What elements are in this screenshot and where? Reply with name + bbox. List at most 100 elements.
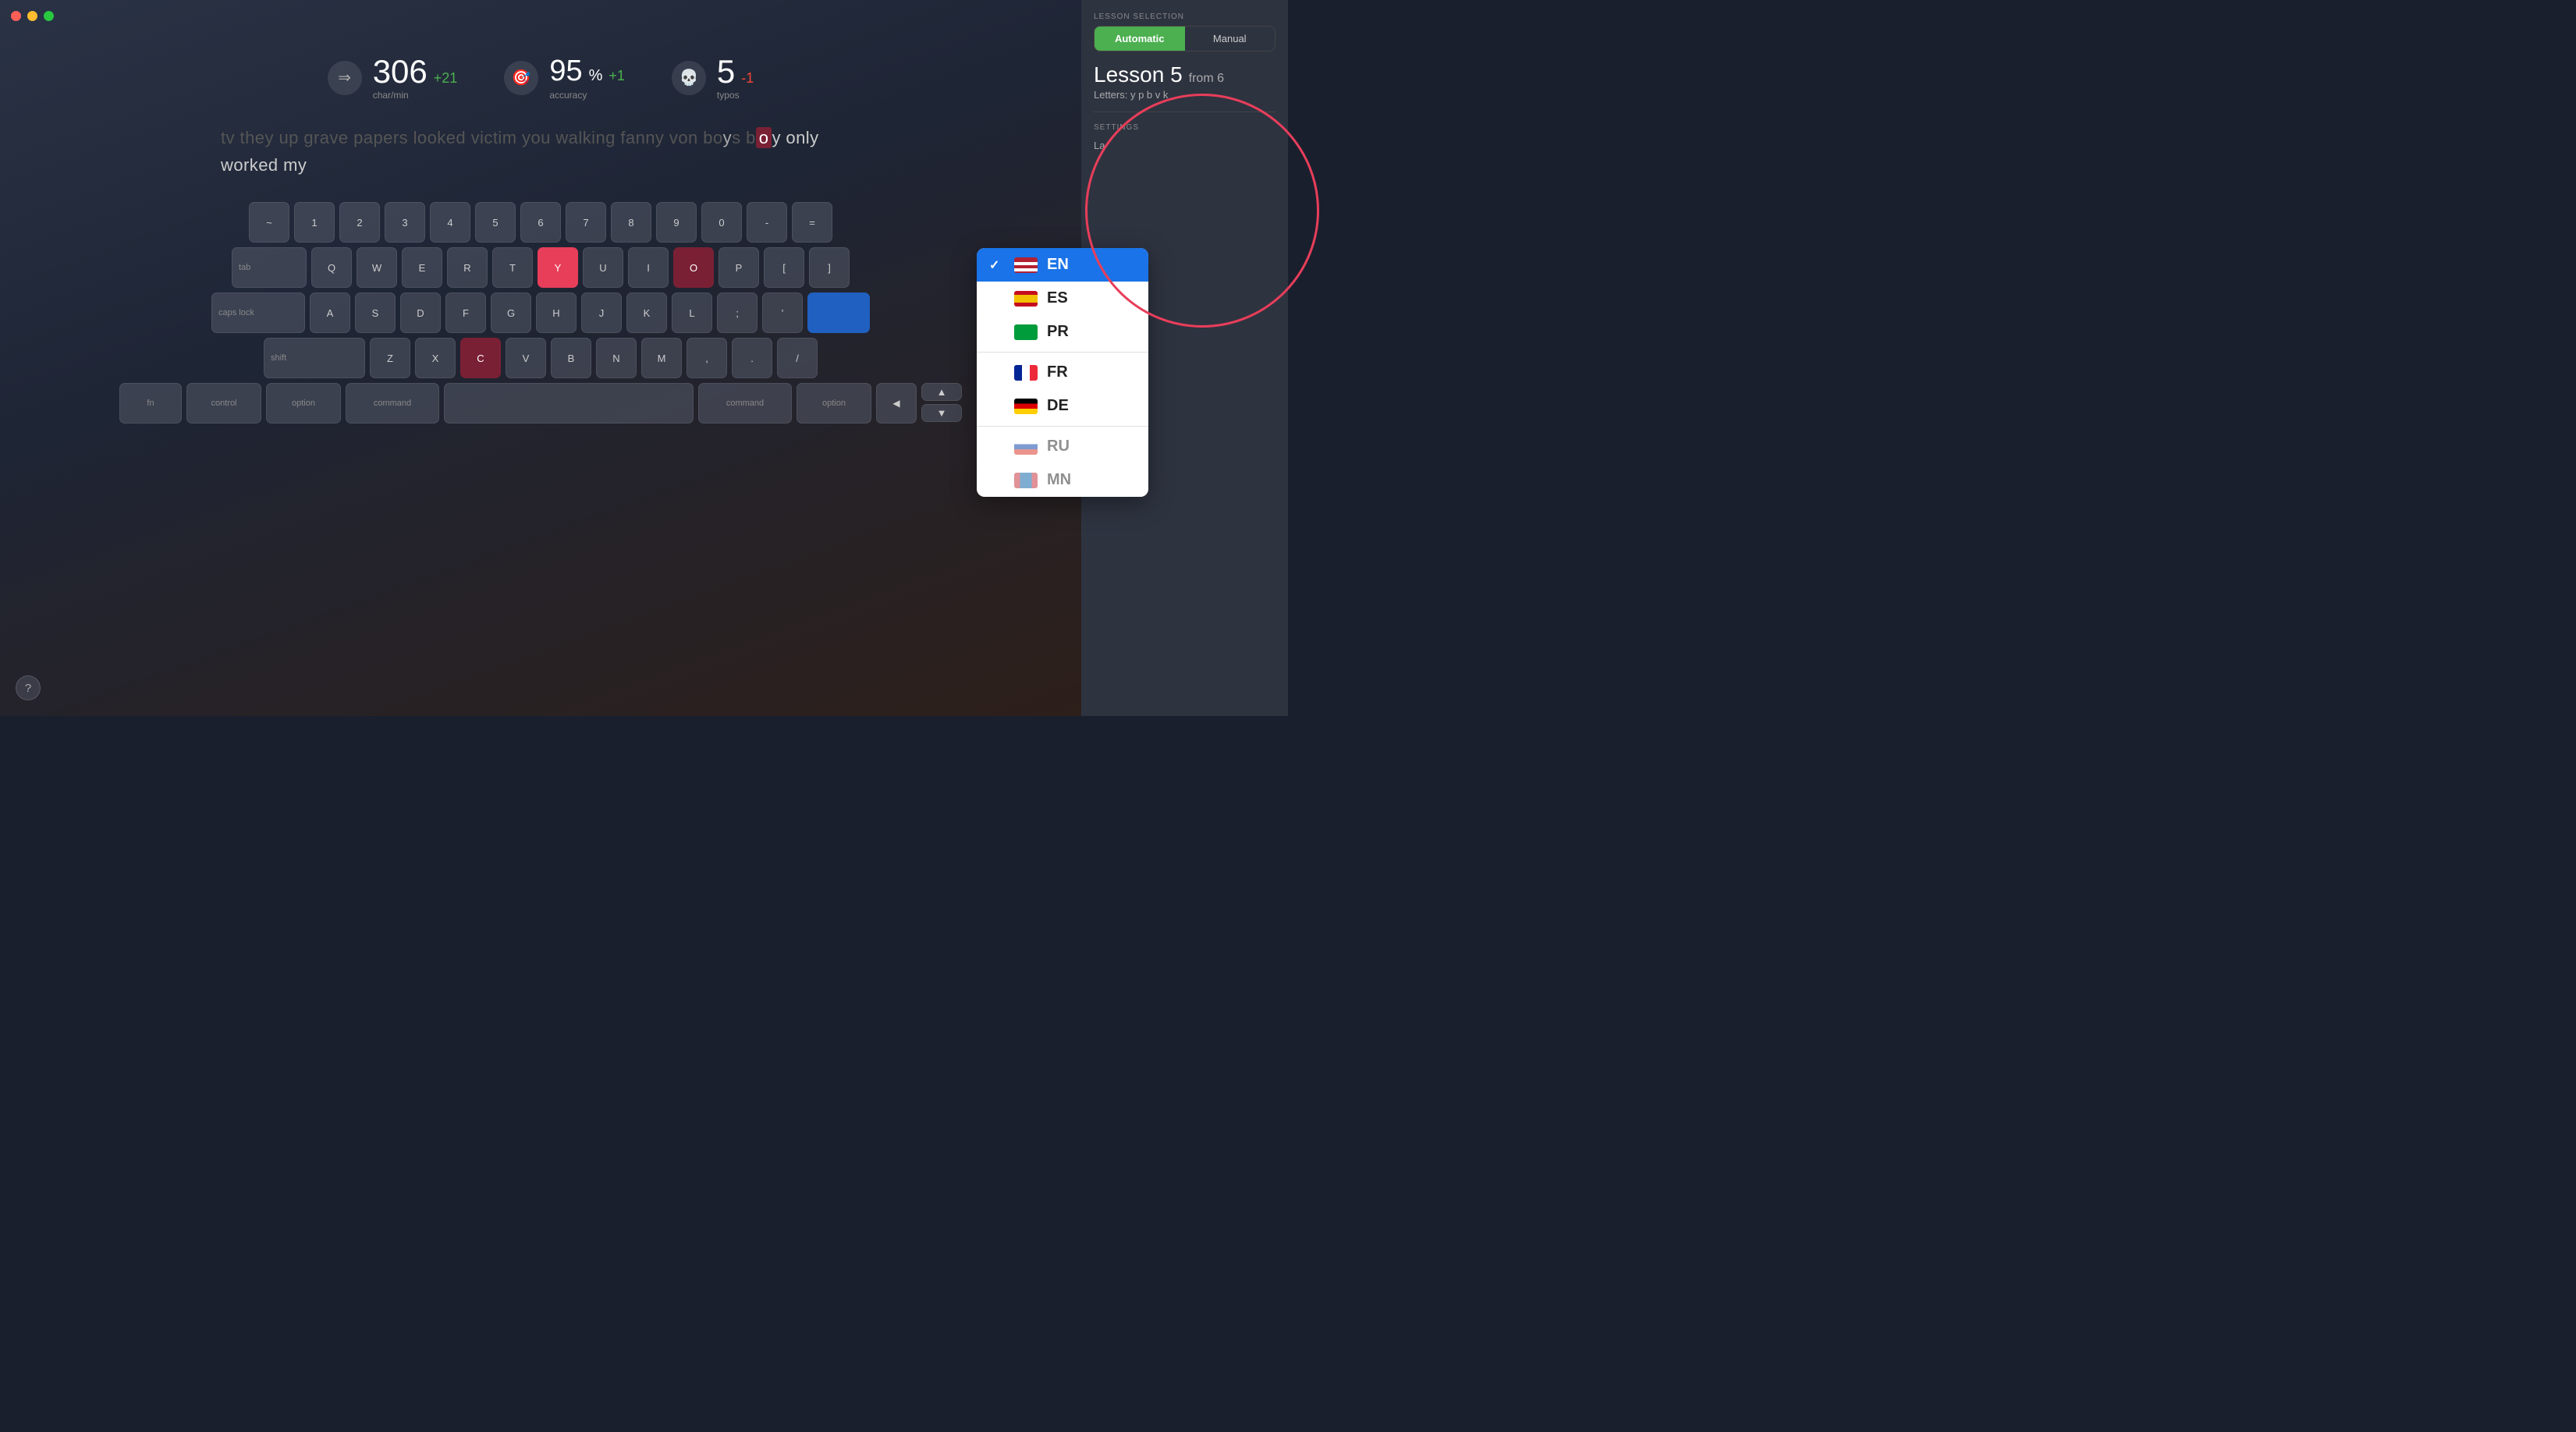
key-m[interactable]: M [641,338,682,378]
key-slash[interactable]: / [777,338,818,378]
lang-option-pr[interactable]: PR [977,315,1148,349]
accuracy-delta: +1 [609,68,625,84]
typos-delta: -1 [741,70,754,87]
key-arrow-up[interactable]: ▲ [921,383,962,401]
language-row[interactable]: La [1094,136,1276,154]
key-v[interactable]: V [506,338,546,378]
key-arrow-left[interactable]: ◀ [876,383,917,424]
key-quote[interactable]: ' [762,292,803,333]
language-dropdown[interactable]: ✓ EN ES PR FR DE [977,248,1148,497]
key-period[interactable]: . [732,338,772,378]
key-d[interactable]: D [400,292,441,333]
key-z[interactable]: Z [370,338,410,378]
automatic-button[interactable]: Automatic [1095,27,1185,51]
key-row-qwerty: tab Q W E R T Y U I O P [ ] [186,247,896,288]
lesson-selection-section: LESSON SELECTION Automatic Manual [1094,12,1276,51]
key-s[interactable]: S [355,292,396,333]
language-label: La [1094,140,1105,151]
key-minus[interactable]: - [747,202,787,243]
lang-option-es[interactable]: ES [977,282,1148,315]
typos-number: 5 [717,55,735,88]
lang-option-fr[interactable]: FR [977,356,1148,389]
key-o[interactable]: O [673,247,714,288]
manual-button[interactable]: Manual [1185,27,1276,51]
flag-mn [1014,473,1038,488]
key-shift-left[interactable]: shift [264,338,365,378]
key-f[interactable]: F [445,292,486,333]
key-c[interactable]: C [460,338,501,378]
key-6[interactable]: 6 [520,202,561,243]
key-space[interactable] [444,383,694,424]
key-return[interactable] [807,292,870,333]
flag-fr [1014,365,1038,381]
lang-separator-1 [977,352,1148,353]
key-semicolon[interactable]: ; [717,292,758,333]
key-p[interactable]: P [719,247,759,288]
key-1[interactable]: 1 [294,202,335,243]
key-b[interactable]: B [551,338,591,378]
title-bar [11,11,54,21]
key-n[interactable]: N [596,338,637,378]
key-fn[interactable]: fn [119,383,182,424]
key-8[interactable]: 8 [611,202,651,243]
key-command-right[interactable]: command [698,383,792,424]
key-command-left[interactable]: command [346,383,439,424]
key-4[interactable]: 4 [430,202,470,243]
key-g[interactable]: G [491,292,531,333]
lang-option-de[interactable]: DE [977,389,1148,423]
key-tilde[interactable]: ~ [249,202,289,243]
lang-option-mn[interactable]: MN [977,463,1148,497]
lang-code-ru: RU [1047,438,1070,455]
key-lbracket[interactable]: [ [764,247,804,288]
key-3[interactable]: 3 [385,202,425,243]
lang-option-en[interactable]: ✓ EN [977,248,1148,282]
speed-delta: +21 [434,70,458,87]
maximize-button[interactable] [44,11,54,21]
main-area: ⇒ 306 +21 char/min 🎯 95 % +1 accuracy [0,0,1081,716]
key-0[interactable]: 0 [701,202,742,243]
keyboard: ~ 1 2 3 4 5 6 7 8 9 0 - = tab Q W E R T … [170,202,911,428]
speed-label: char/min [373,90,458,101]
key-5[interactable]: 5 [475,202,516,243]
key-a[interactable]: A [310,292,350,333]
key-x[interactable]: X [415,338,456,378]
key-k[interactable]: K [626,292,667,333]
speed-number: 306 [373,55,428,88]
key-t[interactable]: T [492,247,533,288]
key-r[interactable]: R [447,247,488,288]
key-option-left[interactable]: option [266,383,341,424]
key-i[interactable]: I [628,247,669,288]
key-control[interactable]: control [186,383,261,424]
key-u[interactable]: U [583,247,623,288]
key-tab[interactable]: tab [232,247,307,288]
accuracy-unit: % [589,67,603,85]
key-e[interactable]: E [402,247,442,288]
key-row-numbers: ~ 1 2 3 4 5 6 7 8 9 0 - = [186,202,896,243]
key-comma[interactable]: , [687,338,727,378]
flag-br [1014,324,1038,340]
minimize-button[interactable] [27,11,37,21]
key-h[interactable]: H [536,292,577,333]
close-button[interactable] [11,11,21,21]
key-equals[interactable]: = [792,202,832,243]
lang-separator-2 [977,426,1148,427]
sidebar: LESSON SELECTION Automatic Manual Lesson… [1081,0,1288,716]
speed-icon: ⇒ [328,61,362,95]
typos-label: typos [717,90,754,101]
key-rbracket[interactable]: ] [809,247,850,288]
key-7[interactable]: 7 [566,202,606,243]
key-q[interactable]: Q [311,247,352,288]
help-button[interactable]: ? [16,675,41,700]
key-arrow-down[interactable]: ▼ [921,404,962,422]
key-9[interactable]: 9 [656,202,697,243]
key-2[interactable]: 2 [339,202,380,243]
key-j[interactable]: J [581,292,622,333]
key-y[interactable]: Y [538,247,578,288]
lang-option-ru[interactable]: RU [977,430,1148,463]
key-l[interactable]: L [672,292,712,333]
accuracy-number: 95 [549,55,582,88]
key-w[interactable]: W [357,247,397,288]
key-option-right[interactable]: option [797,383,871,424]
key-capslock[interactable]: caps lock [211,292,305,333]
speed-values: 306 +21 char/min [373,55,458,101]
